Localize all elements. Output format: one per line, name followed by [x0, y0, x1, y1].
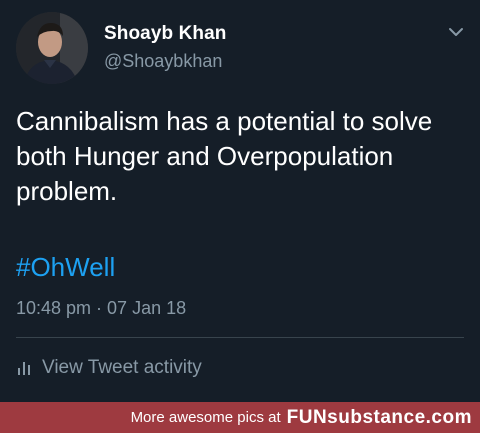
view-tweet-activity-label: View Tweet activity: [42, 357, 202, 378]
divider: [16, 337, 464, 338]
hashtag-link[interactable]: #OhWell: [16, 252, 115, 283]
tweet-timestamp: 10:48 pm · 07 Jan 18: [16, 298, 187, 318]
tweet-card: Shoayb Khan @Shoaybkhan Cannibalism has …: [0, 0, 480, 433]
tweet-text: Cannibalism has a potential to solve bot…: [16, 106, 433, 206]
profile-photo-icon: [16, 12, 88, 84]
watermark-brand: FUNsubstance.com: [286, 406, 472, 428]
author-display-name[interactable]: Shoayb Khan: [104, 23, 227, 45]
avatar[interactable]: [16, 12, 88, 84]
chevron-down-icon[interactable]: [446, 22, 466, 42]
bar-chart-icon: [16, 359, 34, 377]
watermark-bar: More awesome pics at FUNsubstance.com: [0, 402, 480, 433]
view-tweet-activity-link[interactable]: View Tweet activity: [16, 354, 202, 382]
author-handle[interactable]: @Shoaybkhan: [104, 51, 222, 72]
watermark-text: More awesome pics at: [130, 409, 281, 426]
